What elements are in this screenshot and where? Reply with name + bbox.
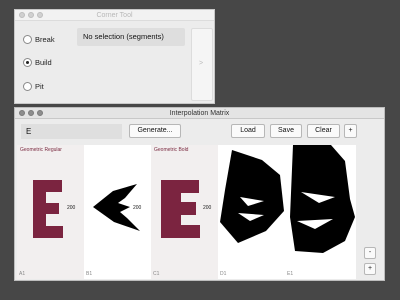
glyph-width: 200 [67,205,76,211]
matrix-title: Interpolation Matrix [169,110,230,117]
glyph-preview [93,184,140,231]
cell-position: E1 [287,271,294,277]
radio-pit-label: Pit [35,82,44,91]
interpolation-matrix-window: Interpolation Matrix Generate... Load Sa… [14,107,385,281]
corner-tool-side-button[interactable]: > [191,28,213,101]
radio-pit[interactable]: Pit [23,82,44,91]
matrix-cell-b1[interactable]: 200 B1 [84,145,151,279]
chevron-right-icon: > [199,60,204,67]
matrix-cell-d1[interactable]: D1 [218,145,285,279]
radio-break[interactable]: Break [23,35,55,44]
glyph-preview [220,150,284,243]
cell-position: D1 [220,271,227,277]
cell-position: A1 [19,271,26,277]
glyph-width: 200 [133,205,142,211]
save-button[interactable]: Save [270,124,302,138]
glyph-preview [161,180,200,238]
selection-status: No selection (segments) [77,28,185,46]
load-button[interactable]: Load [231,124,265,138]
matrix-cell-e1[interactable]: E1 [285,145,356,279]
glyph-width: 200 [203,205,212,211]
matrix-side-panel: - + [356,145,384,279]
remove-row-button[interactable]: - [364,247,376,259]
corner-tool-titlebar: Corner Tool [15,10,214,21]
radio-build-label: Build [35,58,52,67]
clear-button[interactable]: Clear [307,124,340,138]
matrix-cell-c1[interactable]: Geometric Bold 200 C1 [151,145,218,279]
radio-circle-icon[interactable] [23,35,32,44]
cell-position: B1 [86,271,93,277]
cell-position: C1 [153,271,160,277]
glyph-preview [290,145,355,253]
radio-build[interactable]: Build [23,58,52,67]
matrix-cell-a1[interactable]: Geometric Regular 200 A1 [17,145,84,279]
add-column-button[interactable]: + [344,124,357,138]
add-row-button[interactable]: + [364,263,376,275]
glyph-preview [33,180,63,238]
interpolation-grid: Geometric Regular 200 A1 200 B1 Geometri… [17,145,356,279]
radio-checked-icon[interactable] [23,58,32,67]
corner-tool-title: Corner Tool [96,12,133,19]
corner-tool-window: Corner Tool Break Build Pit No selection… [14,9,215,104]
matrix-titlebar: Interpolation Matrix [15,108,384,119]
glyph-name-input[interactable] [21,124,122,139]
radio-circle-icon[interactable] [23,82,32,91]
generate-button[interactable]: Generate... [129,124,181,138]
radio-break-label: Break [35,35,55,44]
